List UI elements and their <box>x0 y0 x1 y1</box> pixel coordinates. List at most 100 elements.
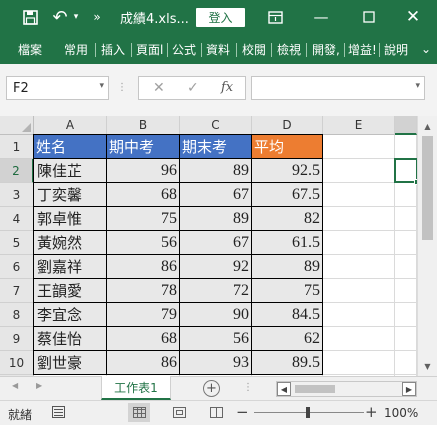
data-cell[interactable]: 68 <box>107 183 180 207</box>
cell[interactable] <box>395 183 417 207</box>
row-header[interactable]: 10 <box>0 351 34 375</box>
save-icon[interactable] <box>20 0 40 34</box>
data-cell[interactable]: 89.5 <box>252 351 323 375</box>
vertical-scrollbar[interactable]: ▲ ▼ <box>417 116 437 376</box>
row-header[interactable]: 5 <box>0 231 34 255</box>
data-cell[interactable]: 67.5 <box>252 183 323 207</box>
data-cell[interactable]: 86 <box>107 351 180 375</box>
macro-recording-icon[interactable] <box>52 406 65 418</box>
tab-help[interactable]: 說明 <box>384 34 408 64</box>
cell[interactable] <box>323 183 395 207</box>
cell[interactable] <box>395 327 417 351</box>
tab-insert[interactable]: 插入 <box>101 34 125 64</box>
more-commands-icon[interactable]: » <box>90 0 104 34</box>
data-cell[interactable]: 黃婉然 <box>34 231 107 255</box>
scroll-down-icon[interactable]: ▼ <box>418 358 437 374</box>
data-cell[interactable]: 62 <box>252 327 323 351</box>
next-sheet-icon[interactable]: ▶ <box>36 381 42 390</box>
chevron-down-icon[interactable]: ▾ <box>99 81 104 91</box>
data-cell[interactable]: 王韻愛 <box>34 279 107 303</box>
data-cell[interactable]: 56 <box>180 327 252 351</box>
cell[interactable] <box>323 279 395 303</box>
data-cell[interactable]: 89 <box>180 159 252 183</box>
column-header[interactable]: C <box>180 116 252 135</box>
data-cell[interactable]: 56 <box>107 231 180 255</box>
scroll-up-icon[interactable]: ▲ <box>418 118 437 134</box>
data-cell[interactable]: 89 <box>180 207 252 231</box>
row-header[interactable]: 8 <box>0 303 34 327</box>
row-header[interactable]: 1 <box>0 135 34 159</box>
data-cell[interactable]: 劉嘉祥 <box>34 255 107 279</box>
cell[interactable] <box>323 351 395 375</box>
chevron-down-icon[interactable]: ⌄ <box>419 40 433 58</box>
column-header-selected[interactable] <box>395 116 417 135</box>
scrollbar-thumb[interactable] <box>422 136 433 240</box>
data-cell[interactable]: 90 <box>180 303 252 327</box>
header-cell[interactable]: 平均 <box>252 135 323 159</box>
prev-sheet-icon[interactable]: ◀ <box>12 381 18 390</box>
data-cell[interactable]: 72 <box>180 279 252 303</box>
zoom-level[interactable]: 100% <box>384 406 418 420</box>
data-cell[interactable]: 96 <box>107 159 180 183</box>
data-cell[interactable]: 84.5 <box>252 303 323 327</box>
data-cell[interactable]: 丁奕馨 <box>34 183 107 207</box>
confirm-icon[interactable]: ✓ <box>187 80 199 96</box>
zoom-in-icon[interactable]: + <box>365 403 378 421</box>
cancel-icon[interactable]: ✕ <box>153 80 165 96</box>
cell[interactable] <box>395 351 417 375</box>
scroll-left-icon[interactable]: ◀ <box>277 382 291 396</box>
column-header[interactable]: A <box>34 116 107 135</box>
data-cell[interactable]: 82 <box>252 207 323 231</box>
cell[interactable] <box>323 231 395 255</box>
close-icon[interactable]: ✕ <box>400 0 426 34</box>
data-cell[interactable]: 92 <box>180 255 252 279</box>
header-cell[interactable]: 姓名 <box>34 135 107 159</box>
cell[interactable] <box>395 207 417 231</box>
cell[interactable] <box>323 255 395 279</box>
tab-developer[interactable]: 開發, <box>312 34 340 64</box>
normal-view-button[interactable] <box>128 403 150 422</box>
header-cell[interactable]: 期中考 <box>107 135 180 159</box>
add-sheet-icon[interactable]: + <box>203 380 220 397</box>
undo-icon[interactable]: ↶ <box>50 0 70 34</box>
column-header[interactable]: B <box>107 116 180 135</box>
cell[interactable] <box>323 159 395 183</box>
tab-data[interactable]: 資料 <box>206 34 230 64</box>
tab-home[interactable]: 常用 <box>64 34 88 64</box>
data-cell[interactable]: 78 <box>107 279 180 303</box>
scrollbar-thumb[interactable] <box>295 385 335 393</box>
scroll-right-icon[interactable]: ▶ <box>402 382 416 396</box>
data-cell[interactable]: 劉世豪 <box>34 351 107 375</box>
data-cell[interactable]: 68 <box>107 327 180 351</box>
horizontal-scrollbar[interactable]: ◀ ▶ <box>276 381 417 397</box>
select-all-button[interactable] <box>0 116 34 135</box>
column-header[interactable]: D <box>252 116 323 135</box>
cell[interactable] <box>323 327 395 351</box>
cell[interactable] <box>395 279 417 303</box>
data-cell[interactable]: 李宜念 <box>34 303 107 327</box>
data-cell[interactable]: 67 <box>180 231 252 255</box>
column-header[interactable]: E <box>323 116 395 135</box>
active-cell-selection[interactable] <box>394 158 420 185</box>
data-cell[interactable]: 92.5 <box>252 159 323 183</box>
row-header[interactable]: 3 <box>0 183 34 207</box>
cell[interactable] <box>323 135 395 159</box>
cell[interactable] <box>323 207 395 231</box>
page-layout-view-button[interactable] <box>168 403 190 422</box>
data-cell[interactable]: 86 <box>107 255 180 279</box>
data-cell[interactable]: 75 <box>252 279 323 303</box>
data-cell[interactable]: 89 <box>252 255 323 279</box>
cell[interactable] <box>395 231 417 255</box>
worksheet-grid[interactable]: ABCDE1234567891011姓名期中考期末考平均陳佳芷968992.5丁… <box>0 116 437 388</box>
tab-view[interactable]: 檢視 <box>277 34 301 64</box>
tab-formulas[interactable]: 公式 <box>172 34 196 64</box>
cell[interactable] <box>323 303 395 327</box>
data-cell[interactable]: 93 <box>180 351 252 375</box>
row-header[interactable]: 6 <box>0 255 34 279</box>
cell[interactable] <box>395 135 417 159</box>
formula-input[interactable]: ▾ <box>251 76 425 100</box>
tab-file[interactable]: 檔案 <box>18 34 42 64</box>
data-cell[interactable]: 陳佳芷 <box>34 159 107 183</box>
expand-formula-icon[interactable]: ▾ <box>415 81 420 91</box>
splitter-dots-icon[interactable]: ⋮ <box>243 382 253 393</box>
